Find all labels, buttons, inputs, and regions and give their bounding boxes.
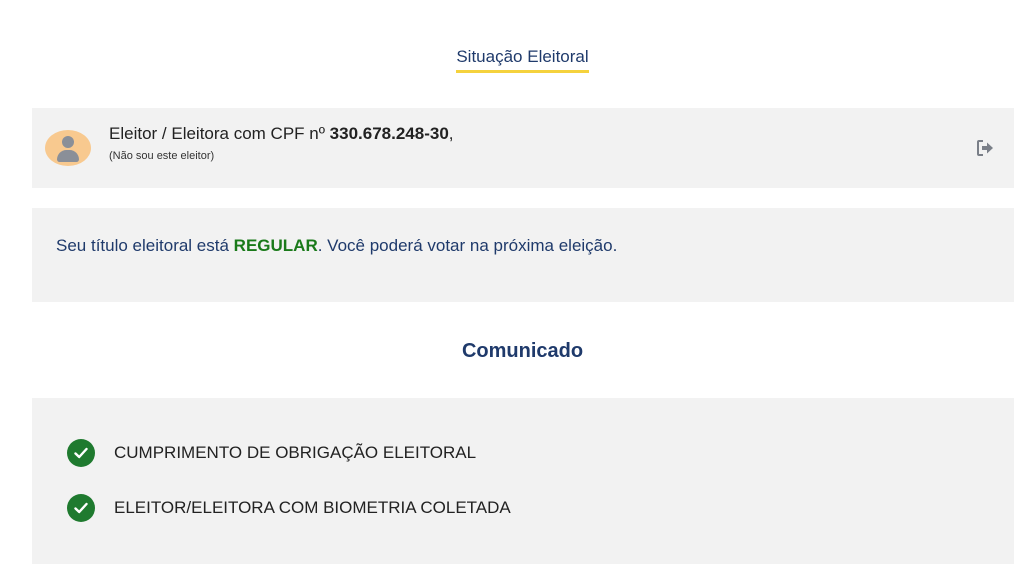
page: Situação Eleitoral Eleitor / Eleitora co… bbox=[0, 0, 1024, 576]
status-prefix: Seu título eleitoral está bbox=[56, 236, 234, 255]
status-suffix: . Você poderá votar na próxima eleição. bbox=[317, 236, 618, 255]
check-circle-icon bbox=[67, 439, 95, 467]
notice-label: ELEITOR/ELEITORA COM BIOMETRIA COLETADA bbox=[114, 498, 511, 517]
user-avatar-icon bbox=[45, 130, 91, 166]
notice-label: CUMPRIMENTO DE OBRIGAÇÃO ELEITORAL bbox=[114, 443, 477, 462]
check-circle-icon bbox=[67, 494, 95, 522]
not-me-link[interactable]: (Não sou este eleitor) bbox=[109, 150, 214, 162]
voter-prefix: Eleitor / Eleitora com CPF nº bbox=[109, 124, 330, 143]
voter-identification: Eleitor / Eleitora com CPF nº 330.678.24… bbox=[109, 124, 454, 144]
notices-panel: CUMPRIMENTO DE OBRIGAÇÃO ELEITORAL ELEIT… bbox=[32, 398, 1014, 564]
sign-out-icon[interactable] bbox=[976, 139, 996, 157]
notice-item: CUMPRIMENTO DE OBRIGAÇÃO ELEITORAL bbox=[67, 438, 476, 468]
voter-cpf: 330.678.248-30 bbox=[329, 124, 449, 143]
tab-situacao-eleitoral[interactable]: Situação Eleitoral bbox=[0, 47, 1024, 73]
voter-panel: Eleitor / Eleitora com CPF nº 330.678.24… bbox=[32, 108, 1014, 188]
status-value: REGULAR bbox=[233, 236, 318, 255]
tab-title-label: Situação Eleitoral bbox=[456, 47, 589, 73]
notice-item: ELEITOR/ELEITORA COM BIOMETRIA COLETADA bbox=[67, 493, 511, 523]
status-panel: Seu título eleitoral está REGULAR. Você … bbox=[32, 208, 1014, 302]
voter-suffix: , bbox=[448, 124, 454, 143]
notices-title: Comunicado bbox=[461, 340, 584, 362]
status-message: Seu título eleitoral está REGULAR. Você … bbox=[56, 236, 617, 256]
